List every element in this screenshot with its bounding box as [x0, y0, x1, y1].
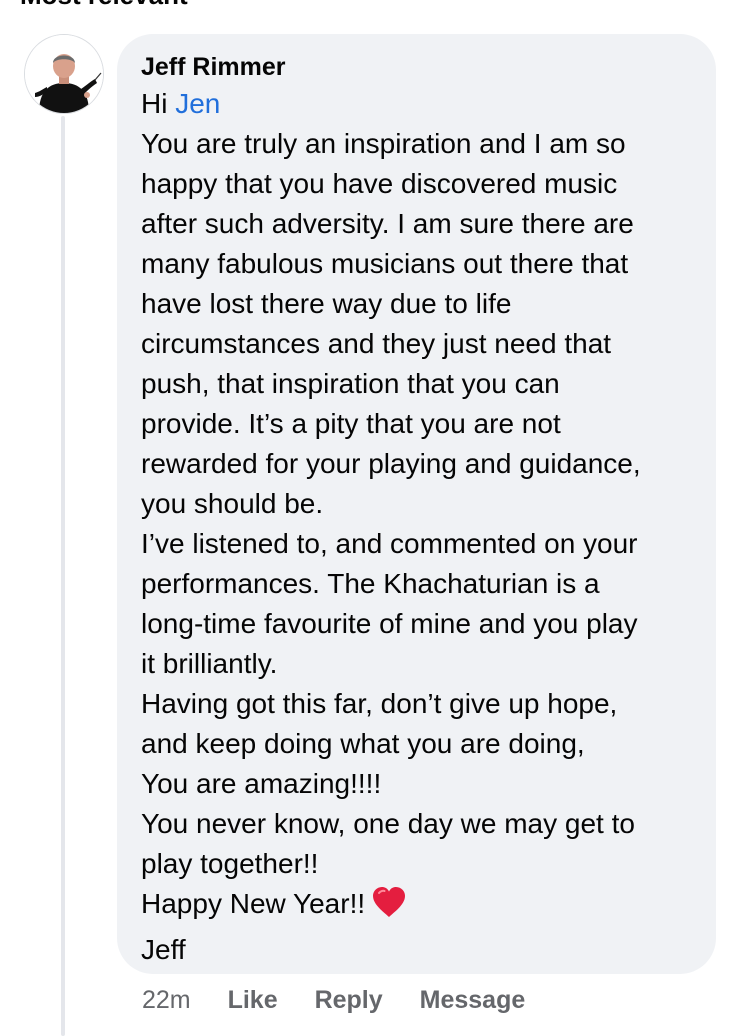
reply-thread-line	[61, 116, 65, 1036]
comment-bubble: Jeff Rimmer Hi Jen You are truly an insp…	[117, 34, 716, 974]
comment-line: I’ve listened to, and commented on your	[141, 528, 638, 559]
comment-line: have lost there way due to life	[141, 288, 512, 319]
comment-line: provide. It’s a pity that you are not	[141, 408, 561, 439]
comment-line: play together!!	[141, 848, 319, 879]
comment-line: push, that inspiration that you can	[141, 368, 560, 399]
author-avatar[interactable]	[24, 34, 104, 114]
comment-line: rewarded for your playing and guidance,	[141, 448, 641, 479]
comment-line: many fabulous musicians out there that	[141, 248, 629, 279]
greeting-prefix: Hi	[141, 88, 176, 119]
signoff-line: Jeff	[141, 934, 186, 965]
comment-timestamp[interactable]: 22m	[142, 984, 191, 1016]
new-year-line: Happy New Year!!	[141, 884, 692, 930]
person-conductor-avatar-icon	[25, 35, 103, 113]
comment-actions: 22m Like Reply Message	[142, 984, 555, 1016]
comments-sort-label[interactable]: Most relevant	[20, 0, 188, 11]
comment-line: You are amazing!!!!	[141, 768, 382, 799]
red-heart-icon	[371, 885, 407, 930]
comment-line: long-time favourite of mine and you play	[141, 608, 638, 639]
comment-line: You never know, one day we may get to	[141, 808, 635, 839]
comment-line: You are truly an inspiration and I am so	[141, 128, 626, 159]
comment-author-name[interactable]: Jeff Rimmer	[141, 52, 692, 82]
comment-line: you should be.	[141, 488, 324, 519]
new-year-text: Happy New Year!!	[141, 888, 366, 919]
comment-line: after such adversity. I am sure there ar…	[141, 208, 634, 239]
mention-link[interactable]: Jen	[175, 88, 220, 119]
comment-line: it brilliantly.	[141, 648, 278, 679]
message-button[interactable]: Message	[420, 984, 526, 1016]
comment-line: performances. The Khachaturian is a	[141, 568, 600, 599]
greeting-line: Hi Jen	[141, 84, 692, 124]
comment-line: happy that you have discovered music	[141, 168, 618, 199]
like-button[interactable]: Like	[228, 984, 278, 1016]
comment-line: and keep doing what you are doing,	[141, 728, 585, 759]
comment-line: Having got this far, don’t give up hope,	[141, 688, 618, 719]
comment-body: Hi Jen You are truly an inspiration and …	[141, 84, 692, 970]
comment-line: circumstances and they just need that	[141, 328, 612, 359]
reply-button[interactable]: Reply	[315, 984, 383, 1016]
